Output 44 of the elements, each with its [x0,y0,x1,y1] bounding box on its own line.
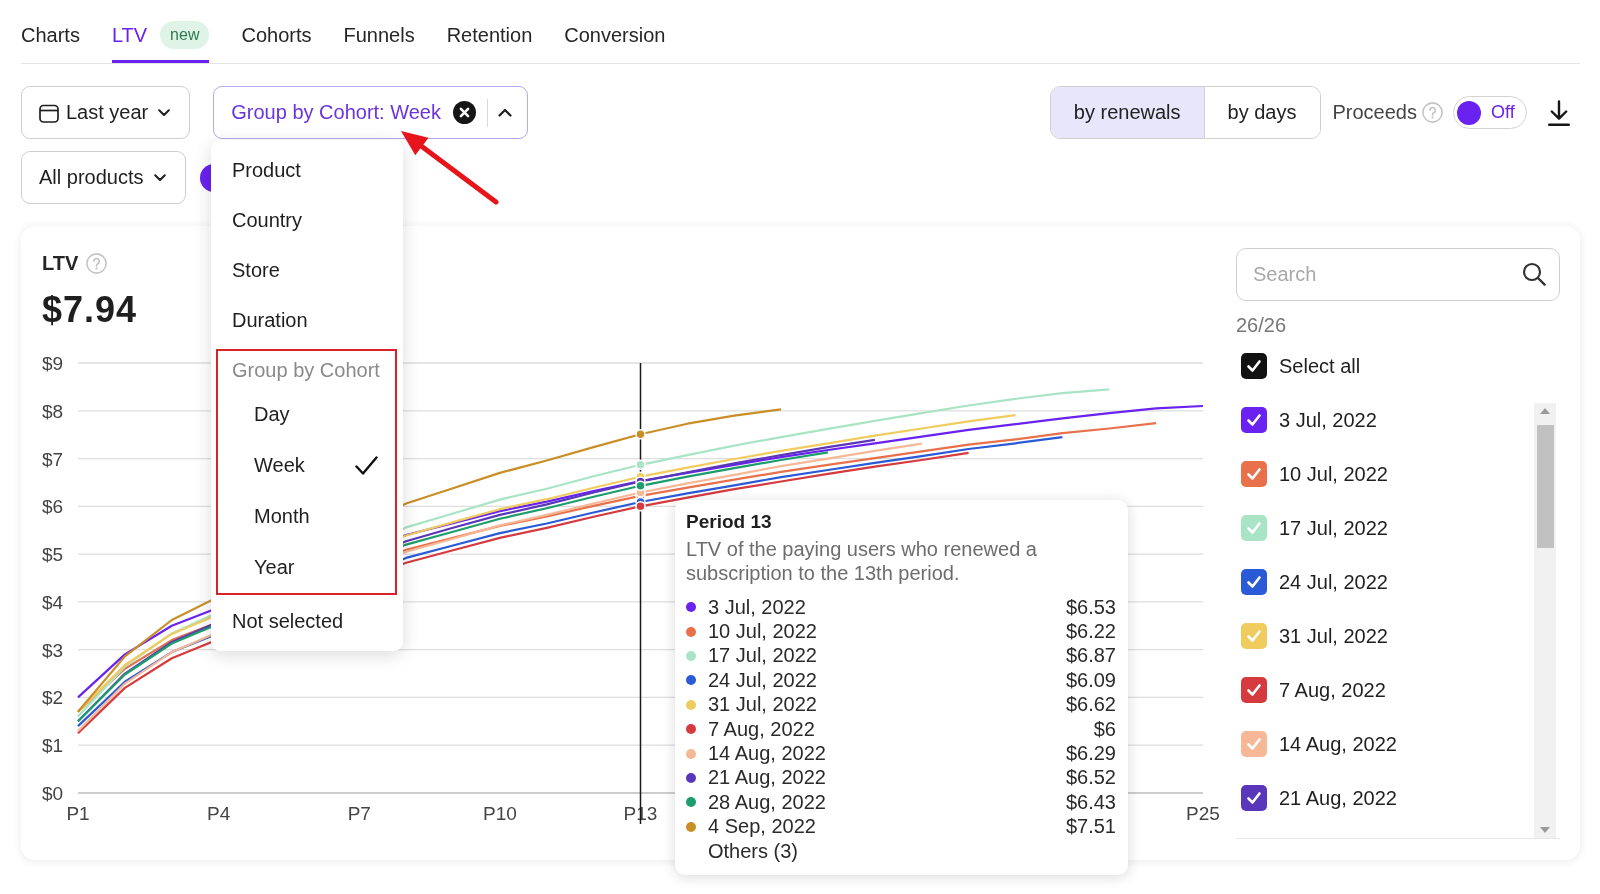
axis-label: P10 [482,803,517,824]
menu-group-header: Group by Cohort [231,357,381,383]
axis-label: P7 [347,803,371,824]
axis-label: $6 [42,496,64,518]
axis-label: P4 [207,803,231,824]
tooltip-value: $7.51 [1065,815,1116,839]
tooltip-label: 4 Sep, 2022 [708,815,817,839]
tooltip-value: $6.87 [1065,644,1116,668]
axis-label: $7 [42,448,64,470]
tooltip-value: $6.22 [1065,620,1116,644]
axis-label: P1 [66,803,90,824]
selection-count: 26/26 [1236,313,1287,337]
axis-label: $5 [42,544,64,566]
tooltip-label: 3 Jul, 2022 [708,595,807,619]
tooltip-label: 14 Aug, 2022 [708,742,827,766]
axis-label: P25 [1186,803,1220,824]
new-badge: new [160,21,210,49]
tooltip-label: 24 Jul, 2022 [708,668,818,692]
tooltip-description: LTV of the paying users who renewed a subscription to the 13th period. [686,537,1038,585]
metric-value: $7.94 [42,290,138,330]
tooltip-label: 31 Jul, 2022 [708,693,818,717]
tooltip-value: $6.09 [1065,668,1116,692]
others-label: Others (3) [708,838,799,864]
tooltip-value: $6.29 [1065,742,1116,766]
tooltip-label: 28 Aug, 2022 [708,790,827,814]
tooltip-label: 10 Jul, 2022 [708,620,818,644]
tooltip-label: 7 Aug, 2022 [708,717,816,741]
tooltip-value: $6.53 [1065,595,1116,619]
axis-label: $9 [42,353,64,374]
tooltip-value: $6.52 [1065,766,1116,790]
tooltip-label: 17 Jul, 2022 [708,644,818,668]
axis-label: $8 [42,400,64,422]
axis-label: $2 [42,687,64,709]
tooltip-label: 21 Aug, 2022 [708,766,827,790]
axis-label: $0 [42,783,64,804]
tooltip-value: $6 [1093,717,1116,741]
tooltip-value: $6.62 [1065,693,1116,717]
axis-label: $4 [42,591,64,613]
tooltip-value: $6.43 [1065,790,1116,814]
axis-label: $1 [42,735,64,757]
metric-title: LTV [42,251,79,275]
tooltip-title: Period 13 [686,510,773,534]
axis-label: $3 [42,639,64,661]
proceeds-label: Proceeds [1332,101,1417,124]
